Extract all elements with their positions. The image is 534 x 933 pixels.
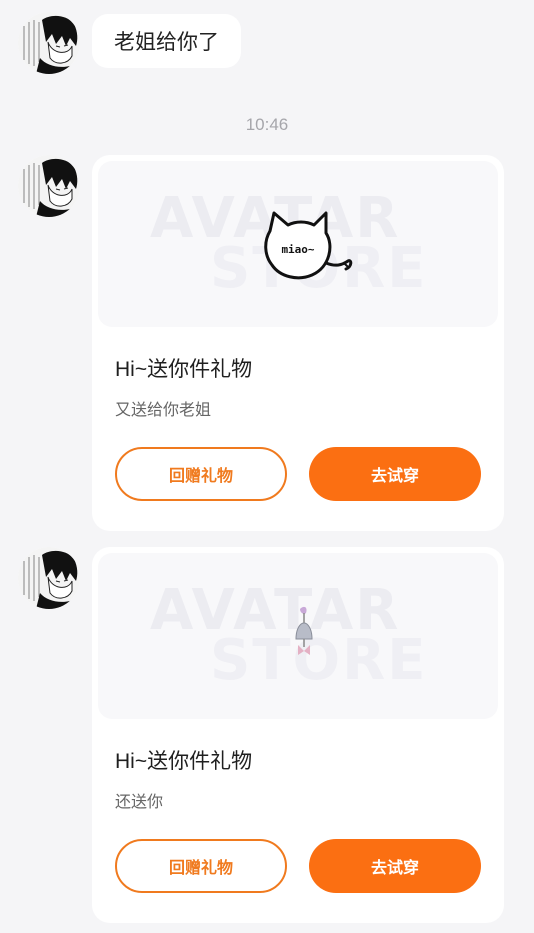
return-gift-button[interactable]: 回赠礼物 bbox=[115, 839, 287, 893]
gift-card[interactable]: AVATAR STORE miao~ Hi~送你件礼物 又送给你老姐 回赠礼物 … bbox=[92, 155, 504, 531]
sender-avatar[interactable] bbox=[18, 12, 80, 74]
message-timestamp: 10:46 bbox=[245, 115, 289, 134]
gift-title: Hi~送你件礼物 bbox=[115, 750, 253, 773]
message-bubble[interactable]: 老姐给你了 bbox=[92, 14, 241, 68]
gift-title: Hi~送你件礼物 bbox=[115, 358, 253, 381]
sender-avatar[interactable] bbox=[18, 547, 80, 609]
gift-subtitle: 还送你 bbox=[115, 794, 164, 811]
return-gift-button[interactable]: 回赠礼物 bbox=[115, 447, 287, 501]
cat-doodle-icon: miao~ bbox=[264, 211, 353, 280]
try-on-button[interactable]: 去试穿 bbox=[309, 839, 481, 893]
cat-doodle-text: miao~ bbox=[281, 243, 314, 256]
gift-banner: AVATAR STORE miao~ bbox=[98, 161, 498, 327]
gift-card[interactable]: AVATAR STORE Hi~送你件礼物 还送你 回赠礼物 去试穿 bbox=[92, 547, 504, 923]
gift-banner: AVATAR STORE bbox=[98, 553, 498, 719]
message-text: 老姐给你了 bbox=[114, 31, 219, 54]
try-on-button[interactable]: 去试穿 bbox=[309, 447, 481, 501]
wind-chime-icon bbox=[295, 606, 313, 655]
gift-subtitle: 又送给你老姐 bbox=[115, 402, 212, 419]
sender-avatar[interactable] bbox=[18, 155, 80, 217]
